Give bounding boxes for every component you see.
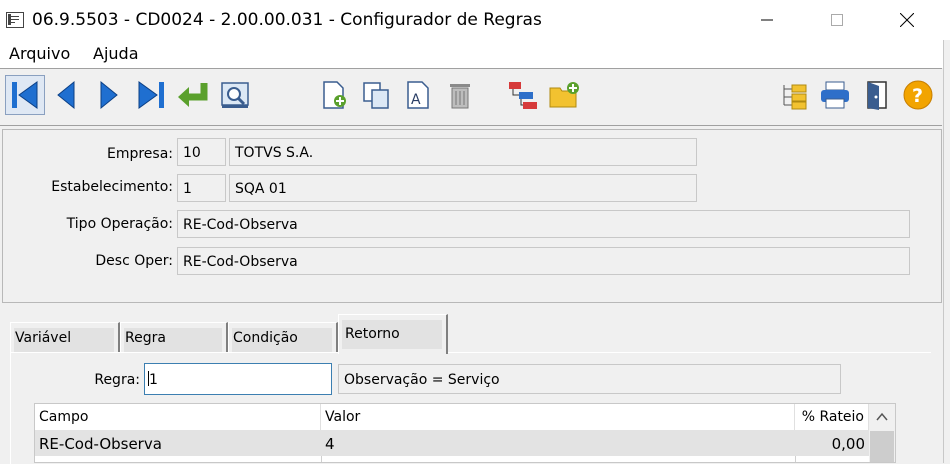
- retorno-grid[interactable]: Campo Valor % Rateio RE-Cod-Observa 4 0,…: [34, 403, 896, 463]
- regra-desc-field: Observação = Serviço: [338, 364, 841, 394]
- cell-valor[interactable]: 4: [321, 430, 795, 456]
- add-folder-icon: [549, 82, 579, 108]
- help-icon: ?: [903, 80, 933, 110]
- app-window-icon[interactable]: [6, 12, 24, 28]
- delete-record-button[interactable]: [440, 75, 480, 115]
- column-header-rateio[interactable]: % Rateio: [795, 404, 869, 430]
- tab-condicao-label: Condição: [233, 330, 298, 346]
- maximize-icon: [831, 14, 843, 26]
- previous-record-icon: [57, 80, 75, 110]
- help-button[interactable]: ?: [898, 75, 938, 115]
- empresa-label: Empresa:: [106, 146, 173, 162]
- empresa-code-field: 10: [177, 138, 226, 166]
- exit-door-icon: [867, 81, 887, 110]
- tab-retorno[interactable]: Retorno: [338, 314, 448, 354]
- regra-label: Regra:: [94, 372, 140, 388]
- tab-variavel-label: Variável: [15, 330, 72, 346]
- close-button[interactable]: [884, 0, 930, 40]
- hierarchy-icon: [509, 82, 537, 109]
- first-record-button[interactable]: [5, 75, 45, 115]
- print-button[interactable]: [815, 75, 855, 115]
- first-record-icon: [12, 81, 38, 109]
- trash-icon: [450, 84, 470, 109]
- zoom-search-icon: [221, 82, 249, 108]
- window-right-edge: [943, 40, 950, 463]
- go-to-button[interactable]: [172, 75, 212, 115]
- printer-icon: [821, 81, 849, 109]
- estabelecimento-label: Estabelecimento:: [51, 179, 173, 195]
- tipo-operacao-field: RE-Cod-Observa: [177, 210, 910, 238]
- tree-structure-icon: [783, 84, 807, 110]
- tab-retorno-label: Retorno: [345, 326, 400, 342]
- edit-record-button[interactable]: A: [398, 75, 438, 115]
- last-record-icon: [138, 81, 164, 109]
- table-row[interactable]: RE-Cod-Observa 4 0,00: [35, 430, 869, 456]
- previous-record-button[interactable]: [46, 75, 86, 115]
- column-header-valor[interactable]: Valor: [321, 404, 795, 430]
- regra-input[interactable]: 1: [144, 363, 332, 395]
- tipo-operacao-label: Tipo Operação:: [66, 216, 173, 232]
- menu-arquivo[interactable]: Arquivo: [9, 44, 70, 63]
- estabelecimento-code-field: 1: [177, 174, 226, 202]
- tab-variavel[interactable]: Variável: [10, 322, 120, 352]
- desc-oper-label: Desc Oper:: [95, 253, 173, 269]
- tab-regra[interactable]: Regra: [120, 322, 228, 352]
- empresa-name-field: TOTVS S.A.: [229, 138, 697, 166]
- tab-condicao[interactable]: Condição: [228, 322, 338, 352]
- estabelecimento-name-field: SQA 01: [229, 174, 697, 202]
- cell-campo[interactable]: RE-Cod-Observa: [35, 430, 321, 456]
- tree-structure-button[interactable]: [773, 75, 813, 115]
- next-record-icon: [100, 80, 118, 110]
- edit-text-icon: A: [407, 81, 429, 109]
- close-icon: [900, 13, 914, 27]
- copy-record-button[interactable]: [356, 75, 396, 115]
- cell-rateio[interactable]: 0,00: [795, 430, 869, 456]
- menu-ajuda[interactable]: Ajuda: [93, 44, 139, 63]
- svg-text:A: A: [411, 92, 421, 108]
- copy-icon: [363, 82, 389, 109]
- exit-button[interactable]: [857, 75, 897, 115]
- menu-bar: Arquivo Ajuda: [0, 40, 950, 68]
- return-arrow-icon: [178, 83, 208, 107]
- toolbar: A ?: [0, 68, 942, 126]
- column-header-campo[interactable]: Campo: [35, 404, 321, 430]
- search-button[interactable]: [215, 75, 255, 115]
- svg-text:?: ?: [912, 85, 923, 107]
- tab-regra-label: Regra: [125, 330, 166, 346]
- window-title: 06.9.5503 - CD0024 - 2.00.00.031 - Confi…: [32, 10, 542, 30]
- title-bar: 06.9.5503 - CD0024 - 2.00.00.031 - Confi…: [0, 0, 950, 40]
- regra-value: 1: [149, 372, 158, 388]
- scrollbar-thumb[interactable]: [870, 431, 894, 462]
- next-record-button[interactable]: [89, 75, 129, 115]
- add-folder-button[interactable]: [545, 75, 585, 115]
- minimize-icon: [761, 19, 773, 21]
- desc-oper-field: RE-Cod-Observa: [177, 247, 910, 275]
- minimize-button[interactable]: [744, 0, 790, 40]
- last-record-button[interactable]: [131, 75, 171, 115]
- new-record-button[interactable]: [313, 75, 353, 115]
- scroll-up-icon[interactable]: [869, 404, 895, 430]
- table-row-empty[interactable]: [35, 456, 869, 462]
- maximize-button[interactable]: [814, 0, 860, 40]
- new-document-icon: [323, 81, 346, 109]
- hierarchy-button[interactable]: [504, 75, 544, 115]
